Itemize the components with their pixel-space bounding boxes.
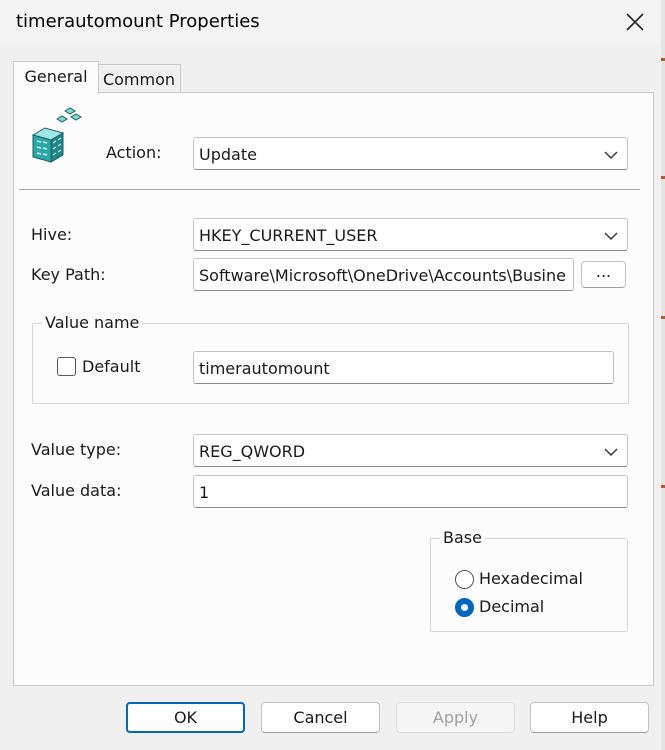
value-type-value: REG_QWORD xyxy=(199,442,306,461)
hive-label: Hive: xyxy=(31,225,73,244)
hive-dropdown[interactable]: HKEY_CURRENT_USER xyxy=(193,218,628,251)
value-data-label: Value data: xyxy=(31,481,122,500)
background-window-edge xyxy=(661,0,665,750)
hexadecimal-radio[interactable] xyxy=(455,570,474,589)
key-path-label: Key Path: xyxy=(31,265,106,284)
value-data-value: 1 xyxy=(199,483,210,502)
value-name-caption: Value name xyxy=(42,313,143,332)
section-divider xyxy=(19,189,640,190)
help-button[interactable]: Help xyxy=(530,702,649,733)
base-caption: Base xyxy=(440,528,485,547)
key-path-field[interactable]: Software\Microsoft\OneDrive\Accounts\Bus… xyxy=(193,258,574,291)
value-type-label: Value type: xyxy=(31,440,122,459)
key-path-value: Software\Microsoft\OneDrive\Accounts\Bus… xyxy=(199,266,566,285)
decimal-label: Decimal xyxy=(479,597,545,616)
value-name-field[interactable]: timerautomount xyxy=(193,351,614,384)
value-data-field[interactable]: 1 xyxy=(193,475,628,508)
browse-key-path-button[interactable]: ... xyxy=(581,261,626,288)
close-button[interactable] xyxy=(614,5,656,39)
action-value: Update xyxy=(199,145,257,164)
tab-general[interactable]: General xyxy=(13,61,99,94)
value-name-value: timerautomount xyxy=(199,359,330,378)
tab-common[interactable]: Common xyxy=(97,64,181,94)
action-label: Action: xyxy=(106,143,162,162)
action-dropdown[interactable]: Update xyxy=(193,137,628,170)
title-bar: timerautomount Properties xyxy=(0,0,661,44)
window-title: timerautomount Properties xyxy=(16,11,260,32)
properties-dialog: timerautomount Properties General Common… xyxy=(0,0,662,750)
decimal-radio[interactable] xyxy=(455,598,474,617)
value-type-dropdown[interactable]: REG_QWORD xyxy=(193,434,628,467)
chevron-down-icon xyxy=(604,151,618,159)
hive-value: HKEY_CURRENT_USER xyxy=(199,226,378,245)
tab-general-label: General xyxy=(24,67,88,86)
chevron-down-icon xyxy=(604,448,618,456)
close-icon xyxy=(626,13,644,31)
ok-button[interactable]: OK xyxy=(126,702,245,733)
hexadecimal-label: Hexadecimal xyxy=(479,569,583,588)
default-checkbox[interactable] xyxy=(57,357,76,376)
apply-button[interactable]: Apply xyxy=(396,702,515,733)
registry-cubes-icon xyxy=(31,107,82,163)
tab-common-label: Common xyxy=(102,70,176,89)
cancel-button[interactable]: Cancel xyxy=(261,702,380,733)
chevron-down-icon xyxy=(604,232,618,240)
default-checkbox-label: Default xyxy=(82,357,141,376)
